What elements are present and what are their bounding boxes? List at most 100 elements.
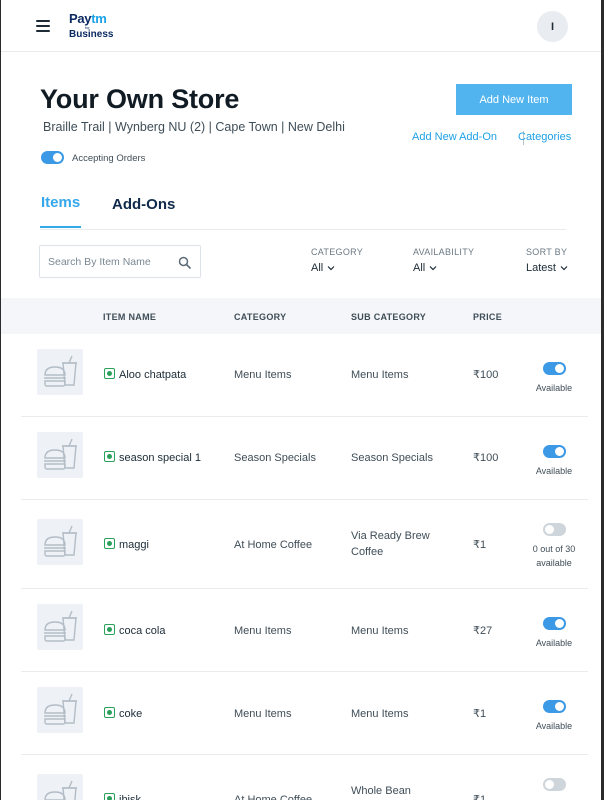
availability-toggle[interactable] (542, 523, 566, 536)
search-input[interactable] (48, 254, 172, 270)
veg-indicator-icon (104, 368, 115, 379)
availability-toggle[interactable] (542, 445, 566, 458)
top-bar: Paytm for Business I (1, 0, 601, 52)
item-price: ₹100 (473, 369, 499, 381)
availability-filter-value: All (413, 262, 426, 274)
item-price: ₹27 (473, 625, 493, 637)
paytm-business-logo[interactable]: Paytm for Business (69, 11, 119, 41)
item-category: At Home Coffee (234, 794, 313, 800)
availability-toggle[interactable] (542, 778, 566, 791)
availability-status: 0 out of 30 available (532, 544, 576, 568)
item-price: ₹100 (473, 452, 499, 464)
item-sub-category: Menu Items (351, 625, 409, 637)
item-category: Menu Items (234, 708, 292, 720)
chevron-down-icon (327, 266, 335, 271)
category-dropdown[interactable]: All (311, 262, 363, 274)
item-thumbnail (37, 519, 83, 565)
veg-indicator-icon (104, 624, 115, 635)
table-row[interactable]: coca cola Menu Items Menu Items ₹27 Avai… (21, 589, 588, 672)
availability-dropdown[interactable]: All (413, 262, 474, 274)
sort-filter-value: Latest (526, 262, 556, 274)
availability-cell: Available (521, 362, 587, 395)
availability-cell: 0 out of 30 available (521, 523, 587, 570)
item-category: At Home Coffee (234, 539, 313, 551)
item-sub-category: Menu Items (351, 369, 409, 381)
search-box (39, 245, 201, 278)
add-new-item-button[interactable]: Add New Item (456, 84, 572, 115)
page-title: Your Own Store (40, 84, 240, 114)
item-price: ₹1 (473, 794, 487, 800)
category-filter-label: CATEGORY (311, 247, 364, 257)
item-thumbnail (37, 687, 83, 733)
availability-toggle[interactable] (542, 700, 566, 713)
logo-business-text: Business (69, 29, 114, 40)
availability-cell: Available (521, 617, 587, 650)
column-header-sub-category: SUB CATEGORY (351, 312, 427, 322)
availability-toggle[interactable] (542, 362, 566, 375)
item-category: Menu Items (234, 369, 292, 381)
table-row[interactable]: ibisk At Home Coffee Whole Bean ₹1 (21, 755, 588, 800)
item-thumbnail (37, 774, 83, 800)
column-header-category: CATEGORY (234, 312, 287, 322)
item-sub-category: Menu Items (351, 708, 409, 720)
tab-addons[interactable]: Add-Ons (112, 196, 175, 213)
availability-cell (521, 778, 587, 797)
availability-status: Available (535, 721, 573, 731)
item-price: ₹1 (473, 708, 487, 720)
burger-drink-icon (44, 610, 77, 642)
item-name[interactable]: maggi (119, 537, 149, 553)
logo-wordmark: Paytm (69, 11, 107, 26)
hamburger-icon[interactable] (36, 20, 50, 32)
item-price: ₹1 (473, 539, 487, 551)
chevron-down-icon (429, 266, 437, 271)
item-name[interactable]: ibisk (119, 792, 141, 800)
item-thumbnail (37, 604, 83, 650)
availability-status: Available (535, 638, 573, 648)
item-sub-category: Via Ready Brew Coffee (351, 530, 430, 558)
veg-indicator-icon (104, 538, 115, 549)
availability-status: Available (535, 466, 573, 476)
search-icon[interactable] (178, 256, 191, 269)
item-name[interactable]: coca cola (119, 623, 165, 639)
availability-filter-label: AVAILABILITY (413, 247, 475, 257)
availability-toggle[interactable] (542, 617, 566, 630)
item-thumbnail (37, 432, 83, 478)
item-thumbnail (37, 349, 83, 395)
availability-cell: Available (521, 445, 587, 478)
sort-dropdown[interactable]: Latest (526, 262, 568, 274)
store-links: Add New Add-On Categories (412, 131, 573, 145)
item-category: Season Specials (234, 452, 316, 464)
chevron-down-icon (560, 266, 568, 271)
veg-indicator-icon (104, 707, 115, 718)
category-filter-value: All (311, 262, 324, 274)
tabs-divider (40, 229, 566, 230)
item-sub-category: Season Specials (351, 452, 433, 464)
veg-indicator-icon (104, 793, 115, 800)
item-sub-category: Whole Bean (351, 785, 411, 797)
accepting-orders-toggle[interactable] (41, 151, 64, 164)
burger-drink-icon (44, 438, 77, 470)
table-row[interactable]: maggi At Home Coffee Via Ready Brew Coff… (21, 500, 588, 589)
item-category: Menu Items (234, 625, 292, 637)
item-name[interactable]: Aloo chatpata (119, 367, 186, 383)
column-header-price: PRICE (473, 312, 503, 322)
table-row[interactable]: season special 1 Season Specials Season … (21, 417, 588, 500)
categories-link[interactable]: Categories (518, 131, 571, 143)
availability-status: Available (535, 383, 573, 393)
avatar[interactable]: I (537, 11, 568, 42)
store-address: Braille Trail | Wynberg NU (2) | Cape To… (43, 120, 345, 134)
item-name[interactable]: coke (119, 706, 142, 722)
add-new-addon-link[interactable]: Add New Add-On (412, 131, 497, 143)
sort-filter: SORT BY Latest (526, 247, 568, 274)
tab-items[interactable]: Items (41, 194, 80, 211)
accepting-orders-label: Accepting Orders (72, 153, 146, 164)
burger-drink-icon (44, 525, 77, 557)
table-row[interactable]: Aloo chatpata Menu Items Menu Items ₹100… (21, 334, 588, 417)
table-header: ITEM NAME CATEGORY SUB CATEGORY PRICE (1, 298, 601, 334)
table-row[interactable]: coke Menu Items Menu Items ₹1 Available (21, 672, 588, 755)
veg-indicator-icon (104, 451, 115, 462)
category-filter: CATEGORY All (311, 247, 363, 274)
availability-filter: AVAILABILITY All (413, 247, 474, 274)
sort-filter-label: SORT BY (526, 247, 568, 257)
item-name[interactable]: season special 1 (119, 450, 201, 466)
